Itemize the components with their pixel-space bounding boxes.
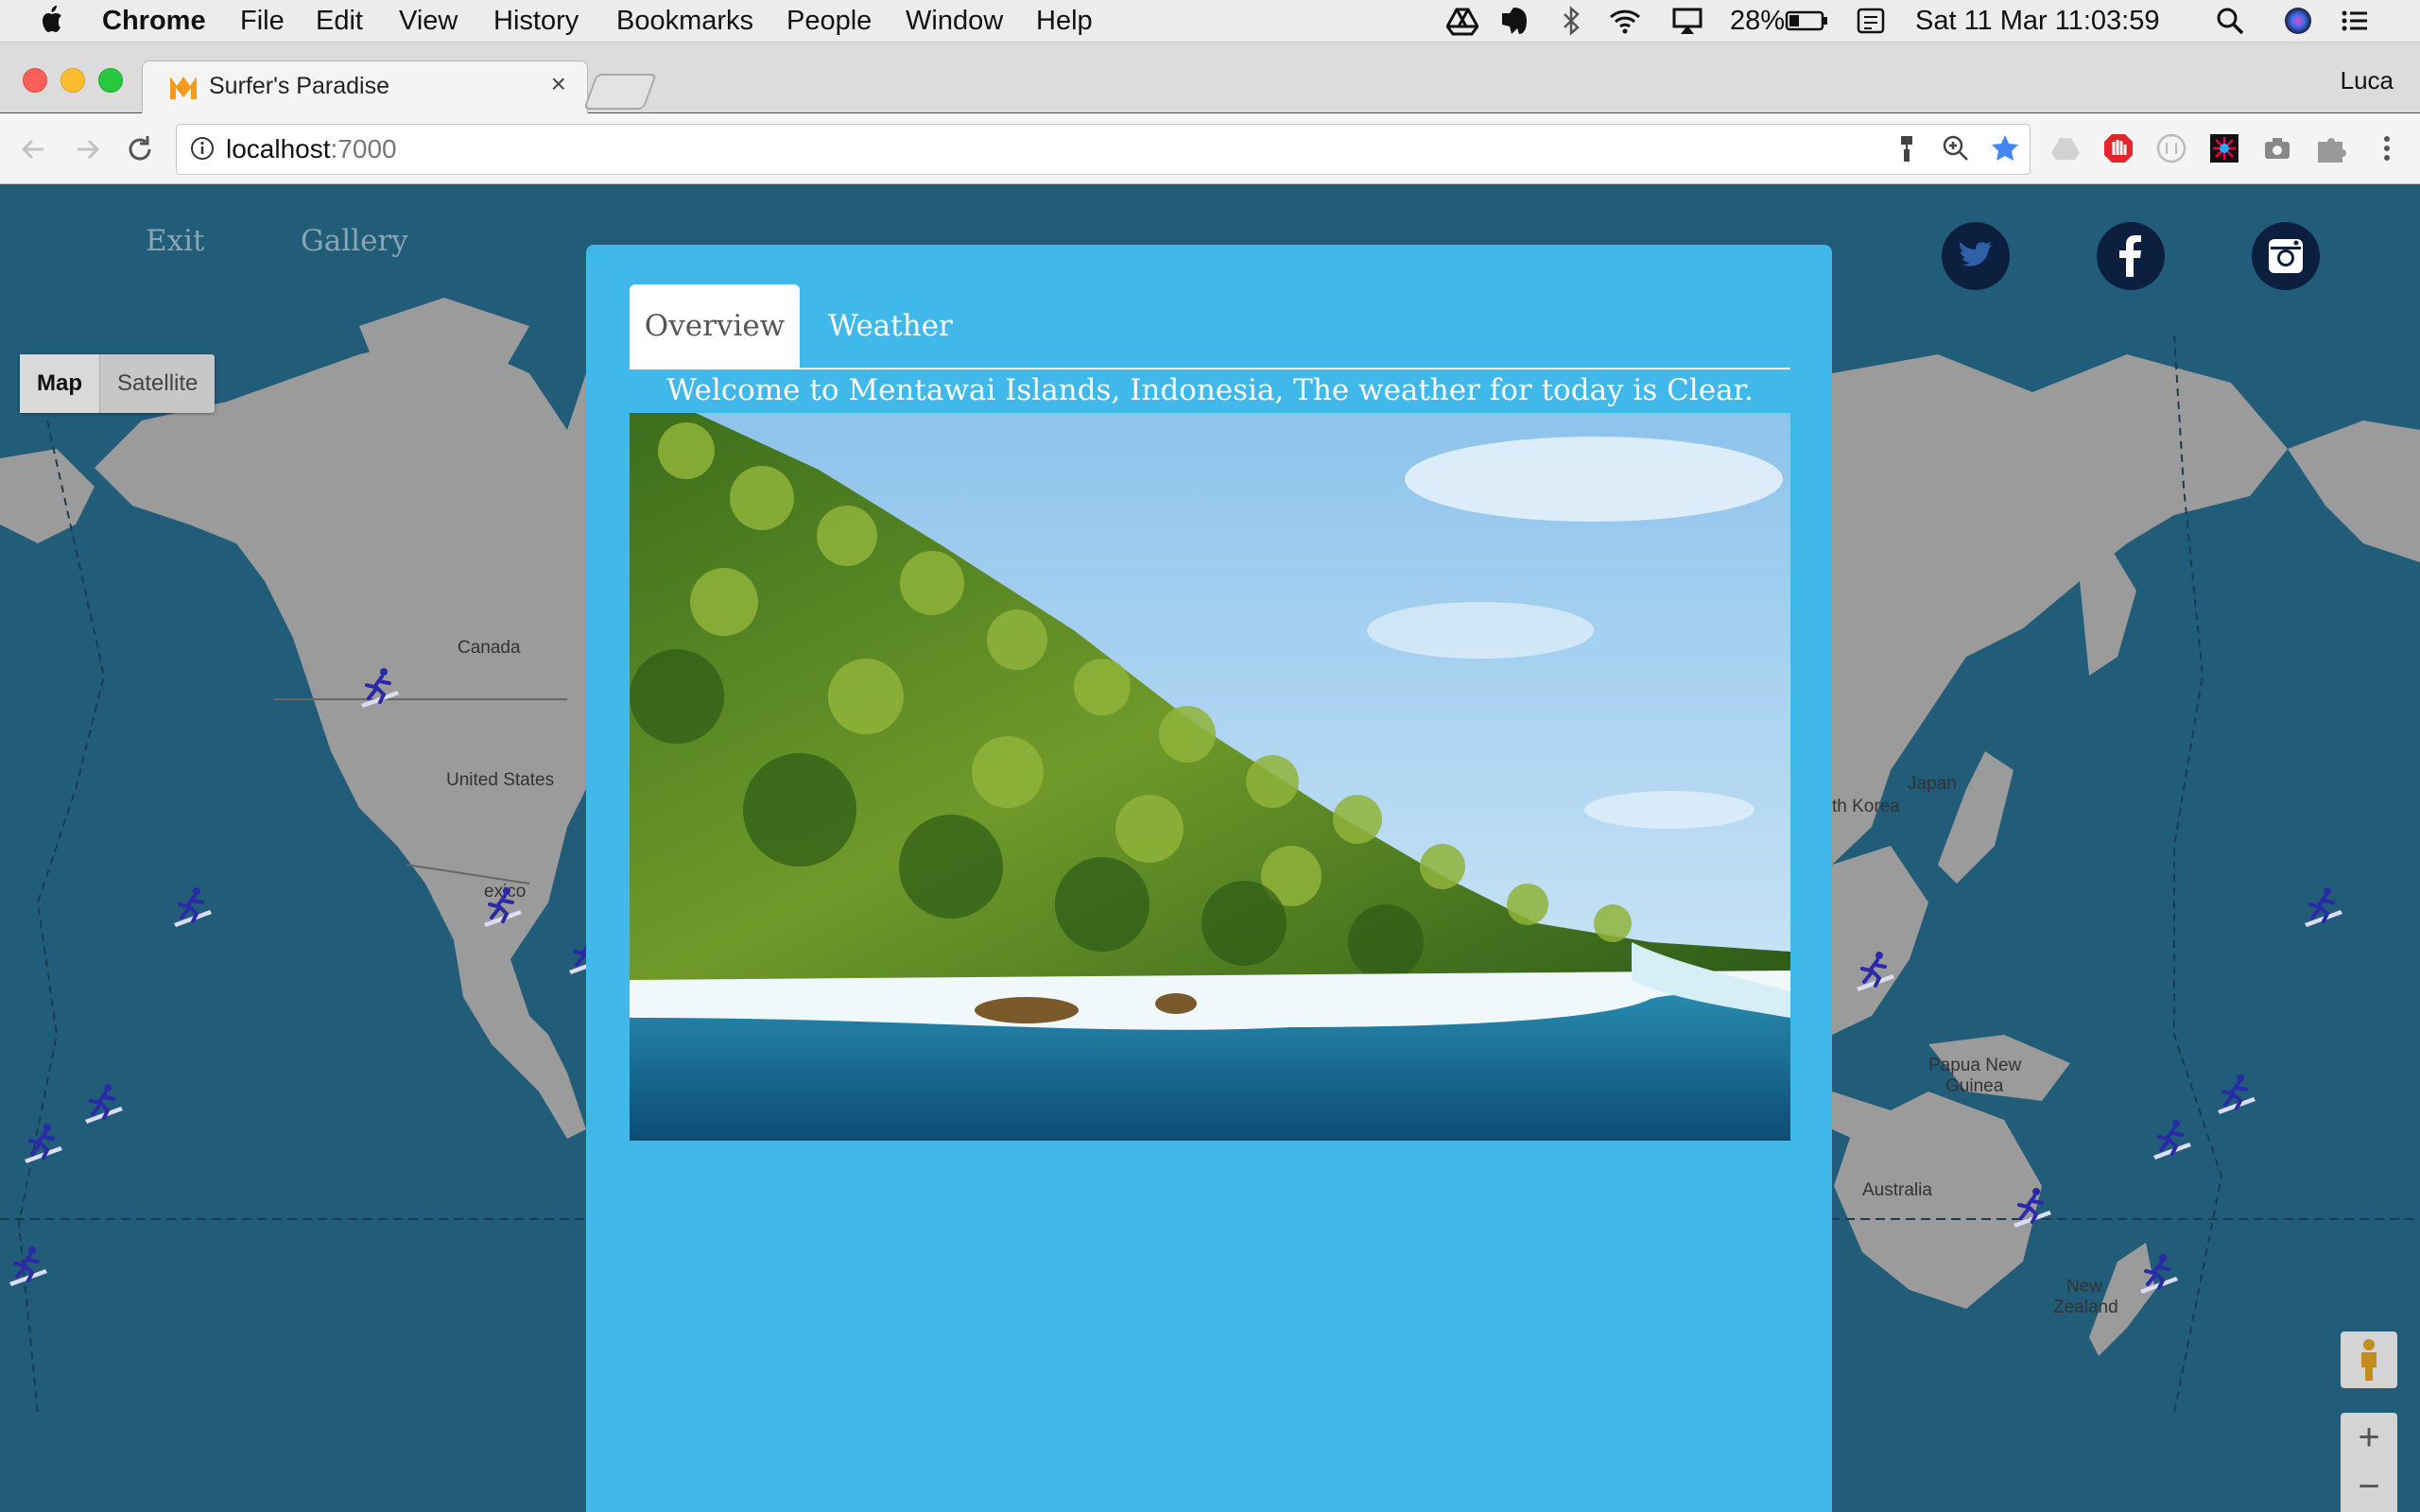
surfer-marker-icon[interactable] [478,884,526,931]
map-label-australia: Australia [1862,1180,1932,1200]
zoom-out-button[interactable]: − [2341,1466,2397,1508]
twitter-button[interactable] [1942,222,2010,290]
menu-edit[interactable]: Edit [316,6,363,37]
battery-icon[interactable] [1785,6,1830,36]
surfer-marker-icon[interactable] [2212,1071,2259,1118]
page-content: Canada United States exico th Korea Japa… [0,184,2420,1512]
battery-percent: 28% [1730,6,1786,36]
instagram-camera-icon [2269,239,2303,273]
google-drive-icon[interactable] [1446,6,1478,36]
map-label-nz-line1: New [2066,1277,2103,1297]
street-view-pegman[interactable] [2341,1332,2397,1388]
minimize-window-button[interactable] [60,68,85,93]
surfer-marker-icon[interactable] [19,1120,66,1167]
profile-name[interactable]: Luca [2341,66,2394,95]
map-label-japan: Japan [1908,774,1957,794]
zoom-in-button[interactable]: + [2341,1417,2397,1459]
keyboard-cmd-icon[interactable] [1855,6,1887,36]
surfer-marker-icon[interactable] [2135,1250,2182,1297]
menu-view[interactable]: View [399,6,458,37]
tab-weather[interactable]: Weather [828,284,953,368]
menu-bar: Chrome File Edit View History Bookmarks … [0,0,2420,43]
surfer-marker-icon[interactable] [4,1243,51,1290]
airplay-icon[interactable] [1671,6,1703,36]
location-modal: Overview Weather Welcome to Mentawai Isl… [586,245,1832,1512]
welcome-message: Welcome to Mentawai Islands, Indonesia, … [666,373,1754,407]
zoom-magnifier-icon[interactable] [1940,132,1972,164]
instagram-button[interactable] [2252,222,2320,290]
menu-help[interactable]: Help [1036,6,1093,37]
modal-tab-bar: Overview Weather [630,284,1790,369]
surfer-marker-icon[interactable] [1851,948,1898,995]
gallery-link[interactable]: Gallery [301,224,408,258]
paint-roller-icon[interactable] [1891,132,1923,164]
surfer-marker-icon[interactable] [355,664,403,712]
map-label-papua-line1: Papua New [1928,1056,2022,1075]
menu-clock[interactable]: Sat 11 Mar 11:03:59 [1915,6,2159,37]
map-label-south-korea: th Korea [1832,797,1900,816]
menu-people[interactable]: People [786,6,872,37]
bluetooth-icon[interactable] [1555,6,1587,36]
extension-puzzle-icon[interactable] [2314,132,2346,164]
tab-title: Surfer's Paradise [209,73,389,99]
mentawai-beach-photo [630,413,1790,1141]
browser-tab-surfers-paradise[interactable]: Surfer's Paradise × [142,60,588,114]
close-window-button[interactable] [23,68,47,93]
facebook-f-icon [2119,235,2141,277]
facebook-button[interactable] [2097,222,2165,290]
bookmark-star-icon[interactable] [1989,132,2021,164]
forward-arrow-icon[interactable] [68,130,106,168]
menu-app-chrome[interactable]: Chrome [102,6,206,37]
menu-file[interactable]: File [240,6,285,37]
chrome-menu-icon[interactable] [2371,132,2403,164]
wifi-icon[interactable] [1609,6,1641,36]
menu-bookmarks[interactable]: Bookmarks [616,6,753,37]
evernote-elephant-icon[interactable] [1498,6,1530,36]
tab-close-icon[interactable]: × [551,69,566,99]
zoom-control: + − [2341,1413,2397,1512]
surfer-marker-icon[interactable] [168,884,216,931]
url-host: localhost [226,134,331,163]
site-favicon-icon [170,77,197,99]
siri-icon[interactable] [2282,6,2314,36]
maximize-window-button[interactable] [98,68,123,93]
map-label-papua-line2: Guinea [1945,1076,2004,1096]
apple-icon[interactable] [38,4,66,36]
menu-history[interactable]: History [493,6,579,37]
map-type-map-button[interactable]: Map [20,354,99,413]
map-label-canada: Canada [458,638,521,658]
map-type-control: Map Satellite [20,354,216,413]
surfer-marker-icon[interactable] [2299,884,2346,931]
extension-circle-icon[interactable] [2155,132,2187,164]
reload-icon[interactable] [121,130,159,168]
site-info-icon[interactable] [190,136,215,161]
menu-window[interactable]: Window [906,6,1003,37]
url-text: localhost:7000 [226,134,397,164]
extension-camera-icon[interactable] [2261,132,2293,164]
extension-adblock-hand-icon[interactable] [2102,132,2135,164]
twitter-bird-icon [1960,242,1993,266]
pegman-icon [2361,1339,2377,1381]
exit-link[interactable]: Exit [146,224,204,258]
notification-center-icon[interactable] [2339,6,2371,36]
surfer-marker-icon[interactable] [2148,1116,2195,1163]
url-port: :7000 [330,134,397,163]
extension-drive-icon[interactable] [2049,132,2082,164]
address-bar[interactable]: localhost:7000 [176,124,2031,175]
extension-colorwheel-icon[interactable] [2208,132,2240,164]
map-label-united-states: United States [446,770,555,790]
surfer-marker-icon[interactable] [2008,1184,2055,1231]
map-type-satellite-button[interactable]: Satellite [99,354,215,413]
tab-overview[interactable]: Overview [630,284,800,368]
surfer-marker-icon[interactable] [79,1080,127,1127]
map-label-nz-line2: Zealand [2053,1297,2118,1317]
spotlight-search-icon[interactable] [2214,6,2246,36]
back-arrow-icon[interactable] [15,130,53,168]
